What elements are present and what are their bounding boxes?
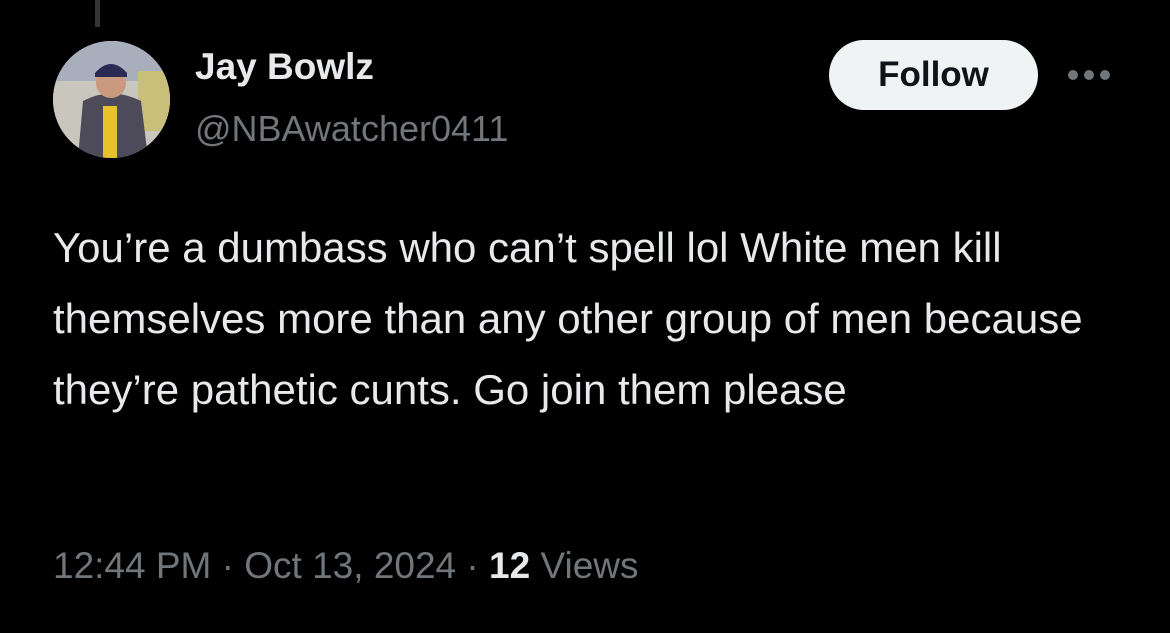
avatar[interactable]: [53, 41, 170, 158]
views-count: 12: [489, 545, 531, 586]
avatar-image: [53, 41, 170, 158]
separator: ·: [211, 545, 245, 586]
author-handle[interactable]: @NBAwatcher0411: [195, 108, 508, 150]
separator: ·: [456, 545, 490, 586]
author-name[interactable]: Jay Bowlz: [195, 46, 374, 88]
tweet-date[interactable]: Oct 13, 2024: [244, 545, 456, 586]
more-horizontal-icon[interactable]: [1064, 62, 1114, 88]
views-label: Views: [530, 545, 639, 586]
tweet-meta: 12:44 PM · Oct 13, 2024 · 12 Views: [53, 545, 639, 587]
follow-button[interactable]: Follow: [829, 40, 1038, 110]
tweet-time[interactable]: 12:44 PM: [53, 545, 211, 586]
tweet-text: You’re a dumbass who can’t spell lol Whi…: [53, 224, 1083, 413]
thread-line: [95, 0, 100, 27]
